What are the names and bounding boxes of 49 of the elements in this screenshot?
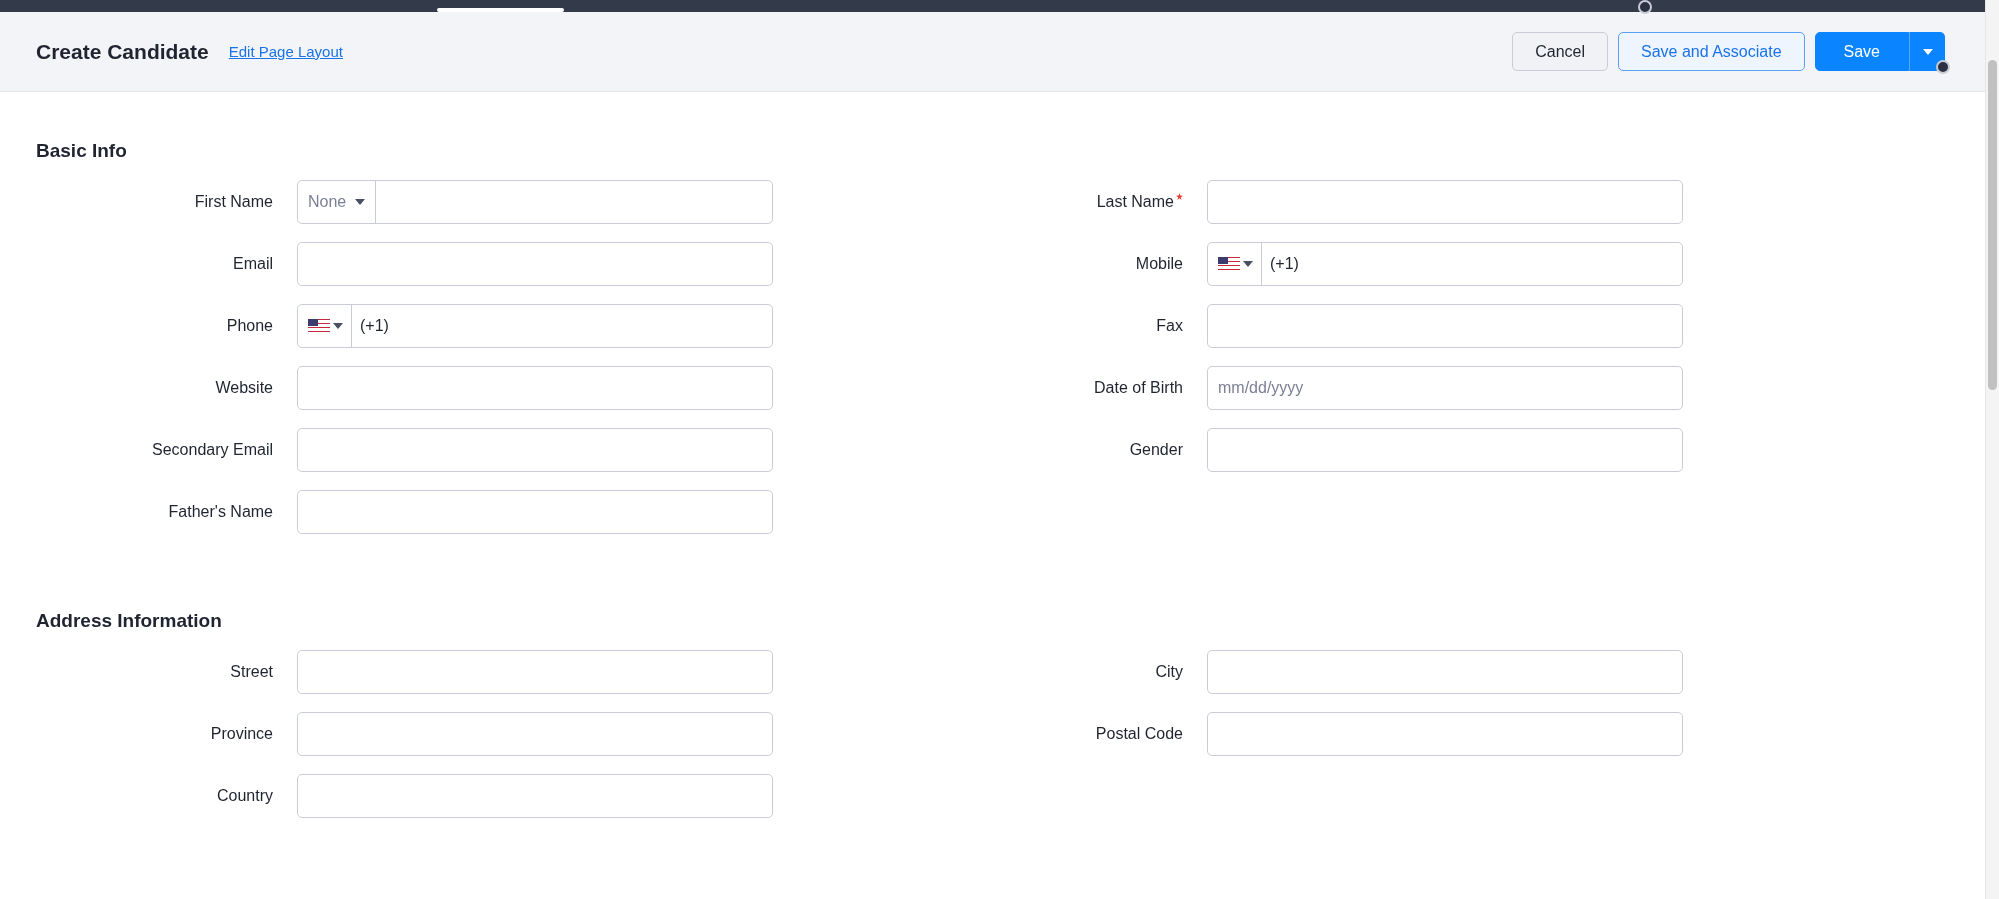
- field-label: Postal Code: [1095, 725, 1183, 743]
- name-field[interactable]: None: [297, 180, 773, 224]
- associate-button[interactable]: Save and Associate: [1618, 32, 1805, 71]
- caret-icon: [355, 199, 365, 205]
- save-menu-button[interactable]: [1909, 32, 1945, 71]
- field-label: Fax: [1156, 317, 1183, 335]
- field-label: Father's Name: [168, 503, 273, 521]
- field-label: First Name: [194, 193, 273, 211]
- field-label: Street: [230, 663, 273, 681]
- text-field[interactable]: [1207, 180, 1683, 224]
- field-label: Phone: [226, 317, 273, 335]
- section-title: Basic Info: [36, 140, 128, 162]
- phone-code: (+1): [1269, 255, 1299, 273]
- save-button[interactable]: Save: [1814, 32, 1909, 71]
- text-field[interactable]: mm/dd/yyyy: [1207, 366, 1683, 410]
- phone-code: (+1): [359, 317, 389, 335]
- text-field[interactable]: [1207, 650, 1683, 694]
- text-field[interactable]: [1207, 712, 1683, 756]
- flag-icon: [1218, 257, 1240, 271]
- edit-layout-link[interactable]: Edit Page Layout: [228, 43, 343, 60]
- text-field[interactable]: [297, 242, 773, 286]
- caret-icon: [1922, 48, 1933, 55]
- section-title: Address Information: [36, 610, 223, 632]
- field-label: Website: [215, 379, 273, 397]
- text-field[interactable]: [297, 428, 773, 472]
- flag-icon: [308, 319, 330, 333]
- field-label: City: [1155, 663, 1183, 681]
- field-label: Country: [216, 787, 273, 805]
- field-label: Secondary Email: [152, 441, 273, 459]
- phone-field[interactable]: (+1): [297, 304, 773, 348]
- field-label: Date of Birth: [1094, 379, 1183, 397]
- caret-icon: [1243, 261, 1253, 267]
- field-label: Gender: [1129, 441, 1183, 459]
- text-field[interactable]: [297, 774, 773, 818]
- text-field[interactable]: [297, 366, 773, 410]
- text-field[interactable]: [297, 490, 773, 534]
- salutation-select[interactable]: None: [298, 181, 376, 223]
- caret-icon: [333, 323, 343, 329]
- cancel-button[interactable]: Cancel: [1512, 32, 1608, 71]
- text-field[interactable]: [297, 712, 773, 756]
- field-label: Province: [210, 725, 273, 743]
- text-field[interactable]: [297, 650, 773, 694]
- page-title: Create Candidate: [36, 39, 209, 64]
- field-label: Last Name: [1096, 193, 1174, 211]
- field-label: Email: [233, 255, 273, 273]
- field-label: Mobile: [1135, 255, 1183, 273]
- phone-field[interactable]: (+1): [1207, 242, 1683, 286]
- text-field[interactable]: [1207, 428, 1683, 472]
- text-field[interactable]: [1207, 304, 1683, 348]
